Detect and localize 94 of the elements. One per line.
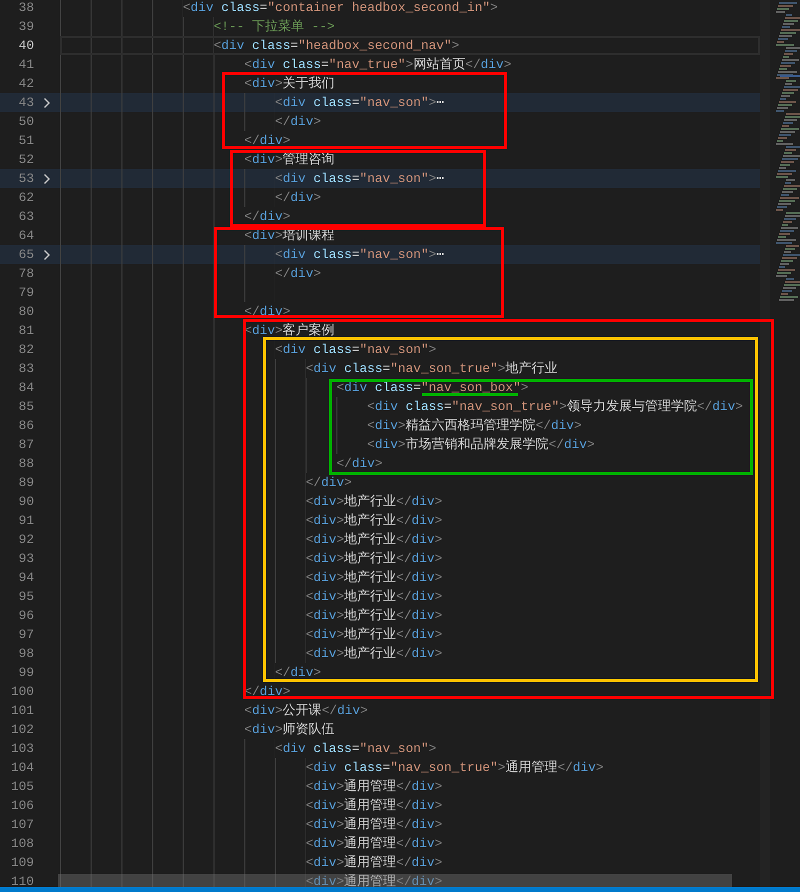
line-number: 88 — [18, 455, 34, 473]
code-line: <div class="container headbox_second_in"> — [182, 0, 498, 17]
fold-chevron-icon[interactable] — [43, 96, 51, 108]
code-line: <div class="nav_son">⋯ — [275, 170, 444, 188]
line-number: 39 — [18, 18, 34, 36]
line-number: 108 — [10, 835, 34, 853]
code-line: <div class="nav_son">⋯ — [275, 94, 444, 112]
line-number: 64 — [18, 227, 34, 245]
line-number: 43 — [18, 94, 34, 112]
code-line: <div>通用管理</div> — [306, 816, 442, 834]
line-number: 41 — [18, 56, 34, 74]
line-number: 83 — [18, 360, 34, 378]
code-line: <div>地产行业</div> — [306, 512, 442, 530]
code-line: <div class="headbox_second_nav"> — [214, 37, 460, 55]
code-line: </div> — [244, 132, 290, 150]
line-number: 81 — [18, 322, 34, 340]
code-line: <div>地产行业</div> — [306, 550, 442, 568]
line-number: 99 — [18, 664, 34, 682]
code-line: </div> — [275, 113, 322, 131]
line-number: 40 — [18, 37, 34, 55]
line-number: 51 — [18, 132, 34, 150]
code-line: <div>通用管理</div> — [306, 778, 442, 796]
line-number: 82 — [18, 341, 34, 359]
code-line: <div>地产行业</div> — [306, 493, 442, 511]
code-line: <!-- 下拉菜单 --> — [214, 18, 335, 36]
line-number: 84 — [18, 379, 34, 397]
line-number: 105 — [10, 778, 34, 796]
line-number: 106 — [10, 797, 34, 815]
code-line: <div>地产行业</div> — [306, 531, 442, 549]
line-number: 98 — [18, 645, 34, 663]
line-number: 103 — [10, 740, 34, 758]
code-line: <div class="nav_son">⋯ — [275, 246, 444, 264]
line-number: 80 — [18, 303, 34, 321]
code-line: <div>地产行业</div> — [306, 569, 442, 587]
code-line: <div>地产行业</div> — [306, 588, 442, 606]
line-number: 96 — [18, 607, 34, 625]
line-number: 104 — [10, 759, 34, 777]
code-line: <div class="nav_son"> — [275, 740, 436, 758]
code-line: </div> — [244, 208, 290, 226]
fold-chevron-icon[interactable] — [43, 248, 51, 260]
code-line: <div>通用管理</div> — [306, 873, 442, 891]
line-number: 78 — [18, 265, 34, 283]
code-line: </div> — [275, 265, 322, 283]
code-line: <div>市场营销和品牌发展学院</div> — [367, 436, 595, 454]
code-line: <div>地产行业</div> — [306, 626, 442, 644]
code-line: <div>地产行业</div> — [306, 645, 442, 663]
line-number: 93 — [18, 550, 34, 568]
code-line: </div> — [306, 474, 352, 492]
code-line: </div> — [275, 189, 322, 207]
line-number: 100 — [10, 683, 34, 701]
line-number: 110 — [10, 873, 34, 891]
line-number: 50 — [18, 113, 34, 131]
code-line: <div class="nav_son"> — [275, 341, 436, 359]
line-number: 85 — [18, 398, 34, 416]
code-line: <div>地产行业</div> — [306, 607, 442, 625]
line-number: 102 — [10, 721, 34, 739]
line-number: 101 — [10, 702, 34, 720]
code-line: </div> — [244, 303, 290, 321]
line-number: 87 — [18, 436, 34, 454]
line-number: 62 — [18, 189, 34, 207]
code-line: <div class="nav_true">网站首页</div> — [244, 56, 512, 74]
fold-chevron-icon[interactable] — [43, 172, 51, 184]
line-number: 109 — [10, 854, 34, 872]
code-line: <div>师资队伍 — [244, 721, 335, 739]
line-number: 97 — [18, 626, 34, 644]
line-number: 91 — [18, 512, 34, 530]
line-number: 107 — [10, 816, 34, 834]
code-line: <div>通用管理</div> — [306, 797, 442, 815]
code-line: </div> — [336, 455, 383, 473]
line-number: 90 — [18, 493, 34, 511]
scrollbar-track[interactable] — [760, 0, 770, 887]
line-number: 94 — [18, 569, 34, 587]
line-number: 63 — [18, 208, 34, 226]
line-number: 65 — [18, 246, 34, 264]
line-number: 92 — [18, 531, 34, 549]
code-line: <div class="nav_son_box"> — [336, 379, 528, 397]
line-number: 95 — [18, 588, 34, 606]
line-number: 53 — [18, 170, 34, 188]
code-line: <div class="nav_son_true">领导力发展与管理学院</div> — [367, 398, 743, 416]
code-line: <div>公开课</div> — [244, 702, 368, 720]
code-line: <div class="nav_son_true">通用管理</div> — [306, 759, 604, 777]
code-line: <div>关于我们 — [244, 75, 335, 93]
code-line: </div> — [275, 664, 322, 682]
line-number: 52 — [18, 151, 34, 169]
line-number: 79 — [18, 284, 34, 302]
line-number: 38 — [18, 0, 34, 17]
code-line: <div>通用管理</div> — [306, 835, 442, 853]
code-line: <div>通用管理</div> — [306, 854, 442, 872]
code-line: <div>精益六西格玛管理学院</div> — [367, 417, 582, 435]
line-number: 42 — [18, 75, 34, 93]
code-line: <div class="nav_son_true">地产行业 — [306, 360, 558, 378]
line-number: 86 — [18, 417, 34, 435]
horizontal-scrollbar[interactable] — [58, 874, 732, 887]
line-number: 89 — [18, 474, 34, 492]
